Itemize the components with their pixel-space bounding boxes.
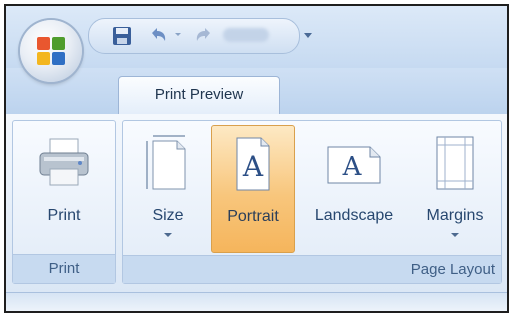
print-button-label: Print bbox=[47, 207, 81, 224]
ribbon-bottom-edge bbox=[6, 292, 507, 311]
svg-text:A: A bbox=[342, 152, 363, 182]
svg-text:A: A bbox=[242, 150, 264, 183]
landscape-button[interactable]: A Landscape bbox=[299, 125, 409, 253]
portrait-icon: A bbox=[236, 137, 270, 191]
page-layout-group-label: Page Layout bbox=[123, 255, 501, 283]
size-button[interactable]: Size bbox=[129, 125, 207, 253]
ribbon-tab-bar: Print Preview bbox=[6, 68, 507, 115]
margins-button[interactable]: Margins bbox=[413, 125, 497, 253]
portrait-button[interactable]: A Portrait bbox=[211, 125, 295, 253]
margins-button-label: Margins bbox=[426, 207, 484, 224]
size-button-label: Size bbox=[152, 207, 184, 224]
page-size-icon bbox=[146, 135, 186, 190]
print-group: Print Print bbox=[12, 120, 116, 284]
office-button[interactable] bbox=[20, 20, 82, 82]
office-logo-icon bbox=[37, 37, 65, 65]
undo-icon[interactable] bbox=[147, 25, 169, 47]
undo-dropdown-icon[interactable] bbox=[175, 31, 181, 37]
landscape-icon: A bbox=[327, 146, 381, 184]
portrait-button-label: Portrait bbox=[227, 208, 279, 225]
application-window: Print Preview Print Print Size A Portrai… bbox=[4, 4, 509, 313]
print-button[interactable]: Print bbox=[19, 125, 109, 253]
chevron-down-icon bbox=[164, 233, 172, 237]
quick-access-toolbar bbox=[88, 18, 300, 54]
title-bar bbox=[6, 6, 507, 68]
redo-icon[interactable] bbox=[193, 25, 215, 47]
redo-history bbox=[223, 28, 269, 42]
customize-dropdown-icon[interactable] bbox=[304, 33, 312, 38]
printer-icon bbox=[39, 138, 89, 186]
print-group-label: Print bbox=[13, 254, 115, 283]
margins-icon bbox=[436, 136, 474, 190]
page-layout-group: Size A Portrait A Landscape Margins Page… bbox=[122, 120, 502, 284]
tab-print-preview[interactable]: Print Preview bbox=[118, 76, 280, 114]
landscape-button-label: Landscape bbox=[314, 207, 394, 224]
ribbon: Print Print Size A Portrait A Landscape … bbox=[6, 114, 507, 292]
save-icon[interactable] bbox=[111, 25, 133, 47]
chevron-down-icon bbox=[451, 233, 459, 237]
